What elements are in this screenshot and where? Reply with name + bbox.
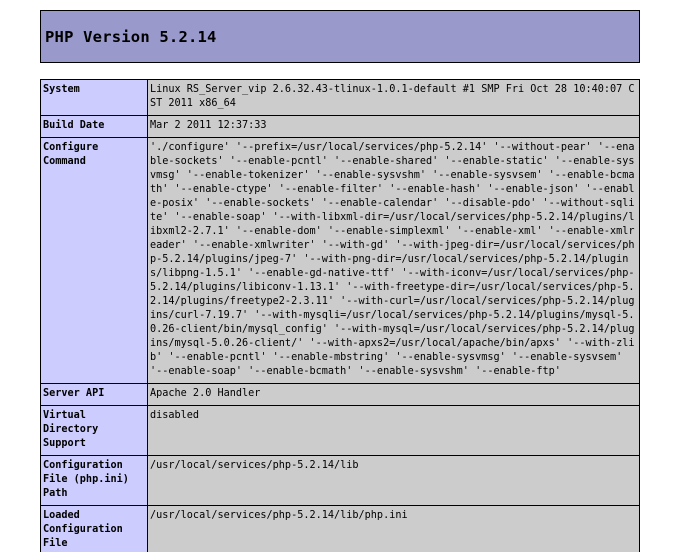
table-row: Server API Apache 2.0 Handler bbox=[40, 383, 640, 406]
row-value-system: Linux RS_Server_vip 2.6.32.43-tlinux-1.0… bbox=[147, 79, 640, 116]
row-value-server-api: Apache 2.0 Handler bbox=[147, 383, 640, 406]
table-row: Virtual Directory Support disabled bbox=[40, 405, 640, 456]
table-row: Configure Command './configure' '--prefi… bbox=[40, 137, 640, 384]
table-row: Loaded Configuration File /usr/local/ser… bbox=[40, 505, 640, 552]
page-title: PHP Version 5.2.14 bbox=[45, 27, 217, 46]
php-version-header: PHP Version 5.2.14 bbox=[40, 10, 640, 63]
row-value-loaded-config-file: /usr/local/services/php-5.2.14/lib/php.i… bbox=[147, 505, 640, 552]
info-table: System Linux RS_Server_vip 2.6.32.43-tli… bbox=[40, 79, 640, 552]
table-row: Configuration File (php.ini) Path /usr/l… bbox=[40, 455, 640, 506]
row-value-virtual-directory-support: disabled bbox=[147, 405, 640, 456]
phpinfo-page: PHP Version 5.2.14 System Linux RS_Serve… bbox=[40, 10, 640, 552]
table-row: Build Date Mar 2 2011 12:37:33 bbox=[40, 115, 640, 138]
row-label-server-api: Server API bbox=[40, 383, 148, 406]
row-label-build-date: Build Date bbox=[40, 115, 148, 138]
row-label-loaded-config-file: Loaded Configuration File bbox=[40, 505, 148, 552]
table-row: System Linux RS_Server_vip 2.6.32.43-tli… bbox=[40, 79, 640, 116]
row-label-system: System bbox=[40, 79, 148, 116]
row-label-virtual-directory-support: Virtual Directory Support bbox=[40, 405, 148, 456]
row-value-build-date: Mar 2 2011 12:37:33 bbox=[147, 115, 640, 138]
row-value-configure-command: './configure' '--prefix=/usr/local/servi… bbox=[147, 137, 640, 384]
row-label-configure-command: Configure Command bbox=[40, 137, 148, 384]
row-value-config-file-path: /usr/local/services/php-5.2.14/lib bbox=[147, 455, 640, 506]
row-label-config-file-path: Configuration File (php.ini) Path bbox=[40, 455, 148, 506]
